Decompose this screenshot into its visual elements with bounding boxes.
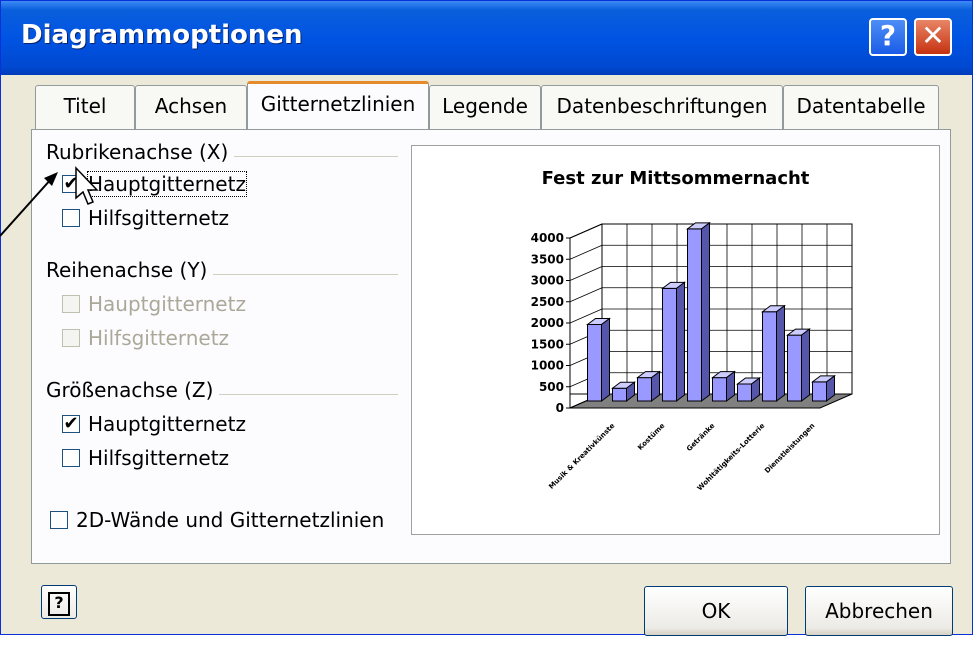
checkbox-label: Hauptgitternetz: [87, 171, 247, 197]
checkbox-box: [62, 295, 80, 313]
checkbox-label: Hilfsgitternetz: [88, 326, 230, 350]
chart-category-label: Getränke: [685, 422, 716, 453]
tab-datenbeschriftungen[interactable]: Datenbeschriftungen: [541, 85, 783, 129]
z-minor-gridlines-checkbox[interactable]: Hilfsgitternetz: [62, 444, 229, 472]
tab-gitternetzlinien[interactable]: Gitternetzlinien: [247, 81, 429, 129]
checkbox-label: Hauptgitternetz: [88, 292, 246, 316]
chart-bar: [762, 311, 777, 402]
chart-gridline-side: [569, 244, 603, 260]
chart-bar: [737, 383, 752, 402]
chart-y-tick-label: 1000: [531, 359, 564, 373]
x-major-gridlines-checkbox[interactable]: ✔ Hauptgitternetz: [62, 170, 247, 198]
chart-bar-side: [676, 281, 685, 402]
2d-walls-gridlines-checkbox[interactable]: 2D-Wände und Gitternetzlinien: [50, 506, 384, 534]
chart-category-label: Kostüme: [636, 422, 666, 452]
checkbox-label: Hilfsgitternetz: [88, 206, 230, 230]
chart-bar-side: [801, 328, 810, 402]
gridlines-panel: Rubrikenachse (X) ✔ Hauptgitternetz Hilf…: [31, 129, 951, 564]
chart-y-tick-label: 2000: [531, 316, 564, 330]
checkbox-box[interactable]: [62, 209, 80, 227]
chart-bar-side: [776, 304, 785, 402]
chart-y-tick-label: 2500: [531, 295, 564, 309]
chart-gridline-side: [569, 266, 603, 281]
cancel-button[interactable]: Abbrechen: [805, 586, 953, 636]
checkbox-box[interactable]: [50, 511, 68, 529]
chart-preview: Fest zur Mittsommernacht 0 500 1000 1500 200…: [411, 145, 940, 535]
chart-gridline-side: [569, 287, 603, 303]
tab-strip: Titel Achsen Gitternetzlinien Legende Da…: [35, 81, 955, 131]
checkbox-label: Hilfsgitternetz: [88, 446, 230, 470]
group-label-z-axis: Größenachse (Z): [46, 378, 220, 402]
chart-category-label: Musik & Kreativkünste: [547, 422, 616, 491]
checkbox-box[interactable]: ✔: [62, 175, 80, 193]
y-major-gridlines-checkbox: Hauptgitternetz: [62, 290, 246, 318]
context-help-button[interactable]: ?: [41, 585, 77, 619]
chart-bar-side: [701, 221, 710, 402]
dialog-title: Diagrammoptionen: [21, 20, 303, 50]
chart-gridline-side: [569, 223, 603, 239]
group-label-y-axis: Reihenachse (Y): [46, 258, 214, 282]
chart-bar: [637, 377, 652, 402]
close-button[interactable]: ✕: [914, 18, 952, 56]
chart-y-tick-label: 1500: [531, 337, 564, 351]
y-minor-gridlines-checkbox: Hilfsgitternetz: [62, 324, 229, 352]
chart-y-tick-label: 3500: [531, 252, 564, 266]
x-minor-gridlines-checkbox[interactable]: Hilfsgitternetz: [62, 204, 229, 232]
chart-y-tick-label: 4000: [531, 231, 564, 245]
checkbox-label: 2D-Wände und Gitternetzlinien: [76, 508, 385, 532]
chart-bar: [812, 381, 827, 402]
tab-titel[interactable]: Titel: [35, 85, 135, 129]
checkbox-box: [62, 329, 80, 347]
title-bar[interactable]: Diagrammoptionen ? ✕: [1, 1, 972, 75]
chart-bar: [662, 287, 677, 402]
chart-category-label: Dienstleistungen: [763, 422, 816, 475]
chart-y-tick-label: 500: [539, 380, 564, 394]
chart-bar: [587, 324, 602, 402]
checkbox-box[interactable]: ✔: [62, 415, 80, 433]
help-button[interactable]: ?: [869, 18, 907, 56]
chart-y-tick-label: 0: [556, 401, 564, 415]
group-label-x-axis: Rubrikenachse (X): [46, 140, 235, 164]
chart-bar-side: [601, 317, 610, 402]
checkbox-box[interactable]: [62, 449, 80, 467]
chart-svg: 0 500 1000 1500 2000 2500 3000 3500 4000 Musik & …: [531, 221, 853, 492]
help-icon: ?: [48, 592, 70, 616]
chart-y-tick-label: 3000: [531, 274, 564, 288]
chart-bar: [787, 334, 802, 402]
checkbox-label: Hauptgitternetz: [88, 412, 246, 436]
tab-achsen[interactable]: Achsen: [135, 85, 247, 129]
chart-bar: [712, 377, 727, 402]
chart-bar: [612, 387, 627, 402]
ok-button[interactable]: OK: [644, 586, 788, 636]
tab-datentabelle[interactable]: Datentabelle: [783, 85, 939, 129]
z-major-gridlines-checkbox[interactable]: ✔ Hauptgitternetz: [62, 410, 246, 438]
tab-legende[interactable]: Legende: [429, 85, 541, 129]
chart-options-dialog: Diagrammoptionen ? ✕ Titel Achsen Gitter…: [0, 0, 973, 636]
chart-bar: [687, 228, 702, 402]
